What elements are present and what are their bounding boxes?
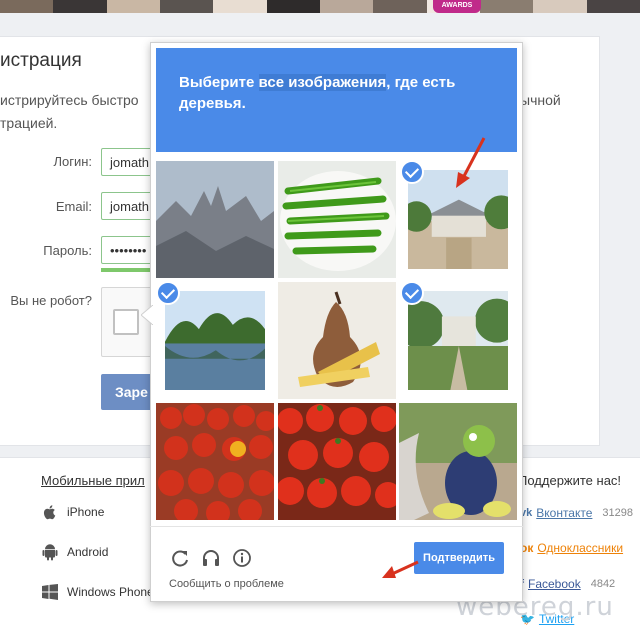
registration-subtitle-2: трацией. [0, 115, 58, 131]
facebook-label: Facebook [528, 577, 581, 591]
android-label: Android [67, 545, 109, 559]
registration-title: истрация [0, 50, 82, 71]
captcha-pointer [141, 305, 153, 325]
captcha-tile-tomatoes-crate[interactable] [278, 403, 396, 520]
captcha-tile-mountains[interactable] [156, 161, 274, 278]
selected-check-icon [400, 160, 424, 184]
ok-label: Одноклассники [537, 541, 624, 555]
vk-label: Вконтакте [536, 506, 593, 520]
reload-icon[interactable] [170, 548, 190, 568]
captcha-tile-green-beans[interactable] [278, 161, 396, 278]
report-problem-link[interactable]: Сообщить о проблеме [169, 578, 284, 590]
apple-icon [43, 505, 56, 520]
captcha-tile-tomatoes-market[interactable] [156, 403, 274, 520]
captcha-tile-toy-frog[interactable] [399, 403, 517, 520]
awards-badge[interactable]: AWARDS [433, 0, 481, 13]
password-label: Пароль: [43, 243, 92, 258]
login-label: Логин: [53, 154, 92, 169]
mobile-apps-link[interactable]: Мобильные прил [41, 473, 145, 488]
instruction-highlight: все изображения [258, 74, 387, 91]
instruction-start: Выберите [179, 74, 259, 91]
registration-subtitle: истрируйтесь быстро [0, 92, 139, 108]
iphone-label: iPhone [67, 505, 105, 519]
windows-phone-label: Windows Phone [67, 585, 154, 599]
captcha-divider [150, 526, 523, 527]
iphone-link[interactable]: iPhone [41, 503, 104, 521]
photo-strip [0, 0, 640, 13]
recaptcha-checkbox[interactable] [113, 309, 139, 335]
ok-link[interactable]: ок Одноклассники [520, 541, 623, 555]
facebook-count: 4842 [590, 578, 616, 590]
verify-button[interactable]: Подтвердить [414, 542, 504, 574]
annotation-arrow-icon [382, 560, 419, 578]
robot-label: Вы не робот? [10, 293, 92, 308]
support-title: Поддержите нас! [518, 473, 622, 488]
annotation-arrow-icon [456, 137, 486, 188]
page: AWARDS истрация истрируйтесь быстро трац… [0, 0, 640, 628]
android-link[interactable]: Android [41, 543, 108, 561]
info-icon[interactable] [232, 548, 252, 568]
captcha-tile-pear-dessert[interactable] [278, 282, 396, 399]
email-label: Email: [55, 199, 92, 214]
captcha-instruction: Выберите все изображения, где есть дерев… [179, 72, 499, 114]
registration-subtitle-right: ычной [520, 92, 561, 108]
windows-phone-link[interactable]: Windows Phone [41, 583, 154, 601]
vk-count: 31298 [602, 507, 633, 519]
selected-check-icon [156, 281, 180, 305]
windows-icon [42, 584, 58, 600]
selected-check-icon [400, 281, 424, 305]
audio-icon[interactable] [201, 548, 221, 568]
facebook-link[interactable]: f Facebook 4842 [520, 577, 615, 591]
vk-link[interactable]: vk Вконтакте 31298 [520, 506, 633, 520]
android-icon [42, 544, 58, 561]
